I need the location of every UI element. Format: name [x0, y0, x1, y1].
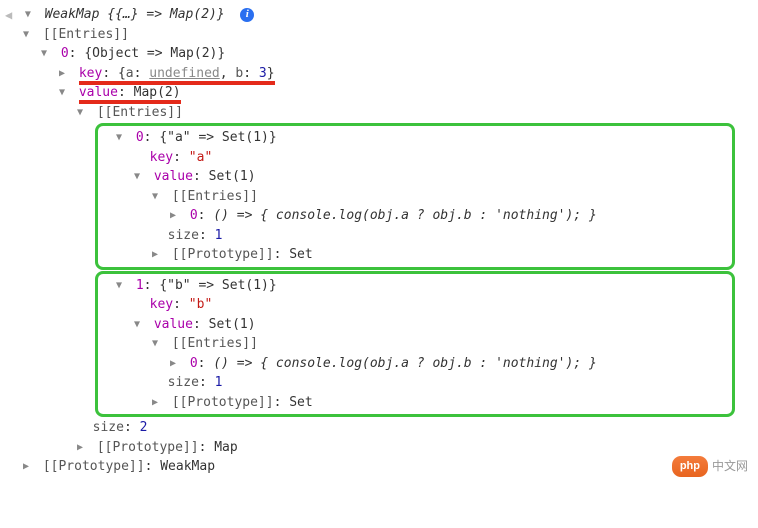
- expand-icon[interactable]: [77, 440, 89, 455]
- value-label: value: [154, 317, 193, 332]
- prop-a: a: [126, 66, 134, 81]
- index-label: 0: [190, 356, 198, 371]
- highlight-box-2: 1: {"b" => Set(1)} key: "b" value: Set(1…: [95, 271, 735, 418]
- size-val: 1: [215, 228, 223, 243]
- index-label: 1: [136, 278, 144, 293]
- proto-label: [[Prototype]]: [172, 247, 274, 262]
- entries-label: [[Entries]]: [172, 189, 258, 204]
- tree-row-root-proto[interactable]: [[Prototype]]: WeakMap: [5, 457, 753, 477]
- tree-row-value-a[interactable]: value: Set(1): [98, 167, 732, 187]
- proto-val: Map: [214, 440, 237, 455]
- key-label: key: [150, 150, 173, 165]
- expand-icon[interactable]: [77, 105, 89, 120]
- colon: :: [69, 46, 85, 61]
- tree-row-a-fn[interactable]: 0: () => { console.log(obj.a ? obj.b : '…: [98, 206, 732, 226]
- size-val: 1: [215, 375, 223, 390]
- tree-row-b-entries[interactable]: [[Entries]]: [98, 334, 732, 354]
- expand-icon[interactable]: [134, 317, 146, 332]
- value-preview: Set(1): [209, 169, 256, 184]
- key-val: "a": [189, 150, 212, 165]
- entry0-preview: {Object => Map(2)}: [84, 46, 225, 61]
- expand-icon[interactable]: [152, 189, 164, 204]
- entries-label: [[Entries]]: [97, 105, 183, 120]
- index-label: 0: [61, 46, 69, 61]
- watermark-text: 中文网: [712, 457, 748, 475]
- tree-row-b-size[interactable]: size: 1: [98, 373, 732, 393]
- proto-val: Set: [289, 247, 312, 262]
- expand-icon[interactable]: [59, 66, 71, 81]
- val-3: 3: [259, 66, 267, 81]
- watermark: php 中文网: [672, 456, 748, 477]
- tree-row-a-entries[interactable]: [[Entries]]: [98, 187, 732, 207]
- proto-label: [[Prototype]]: [97, 440, 199, 455]
- tree-row-key[interactable]: key: {a: undefined, b: 3}: [5, 64, 753, 84]
- fn-preview: () => { console.log(obj.a ? obj.b : 'not…: [213, 208, 597, 223]
- tree-row-entry-0[interactable]: 0: {Object => Map(2)}: [5, 44, 753, 64]
- expand-icon[interactable]: [170, 356, 182, 371]
- tree-row-root[interactable]: WeakMap {{…} => Map(2)} i: [5, 5, 753, 25]
- expand-icon[interactable]: [152, 247, 164, 262]
- proto-val: WeakMap: [160, 459, 215, 474]
- expand-icon[interactable]: [152, 395, 164, 410]
- tree-row-key-b[interactable]: key: "b": [98, 295, 732, 315]
- tree-row-outer-size[interactable]: size: 2: [5, 418, 753, 438]
- size-label: size: [168, 228, 199, 243]
- value-preview: Map(2): [134, 85, 181, 100]
- tree-row-nested-entries[interactable]: [[Entries]]: [5, 103, 753, 123]
- size-label: size: [168, 375, 199, 390]
- tree-row-entry-a[interactable]: 0: {"a" => Set(1)}: [98, 128, 732, 148]
- val-undefined: undefined: [149, 66, 219, 81]
- info-icon[interactable]: i: [240, 8, 254, 22]
- tree-row-a-proto[interactable]: [[Prototype]]: Set: [98, 245, 732, 265]
- tree-row-value-b[interactable]: value: Set(1): [98, 315, 732, 335]
- expand-icon[interactable]: [170, 208, 182, 223]
- key-label: key: [150, 297, 173, 312]
- size-label: size: [93, 420, 124, 435]
- highlight-box-1: 0: {"a" => Set(1)} key: "a" value: Set(1…: [95, 123, 735, 270]
- tree-row-value[interactable]: value: Map(2): [5, 83, 753, 103]
- tree-row-key-a[interactable]: key: "a": [98, 148, 732, 168]
- entries-label: [[Entries]]: [43, 27, 129, 42]
- expand-icon[interactable]: [152, 336, 164, 351]
- expand-icon[interactable]: [134, 169, 146, 184]
- size-val: 2: [140, 420, 148, 435]
- expand-icon[interactable]: [116, 278, 128, 293]
- expand-icon[interactable]: [116, 130, 128, 145]
- tree-row-b-proto[interactable]: [[Prototype]]: Set: [98, 393, 732, 413]
- expand-icon[interactable]: [41, 46, 53, 61]
- entries-label: [[Entries]]: [172, 336, 258, 351]
- value-label: value: [79, 85, 118, 100]
- tree-row-entries[interactable]: [[Entries]]: [5, 25, 753, 45]
- tree-row-a-size[interactable]: size: 1: [98, 226, 732, 246]
- key-label: key: [79, 66, 102, 81]
- key-val: "b": [189, 297, 212, 312]
- value-preview: Set(1): [209, 317, 256, 332]
- tree-row-entry-b[interactable]: 1: {"b" => Set(1)}: [98, 276, 732, 296]
- entry-header: {"a" => Set(1)}: [159, 130, 276, 145]
- proto-label: [[Prototype]]: [43, 459, 145, 474]
- expand-icon[interactable]: [23, 27, 35, 42]
- entry-header: {"b" => Set(1)}: [159, 278, 276, 293]
- expand-icon[interactable]: [25, 7, 37, 22]
- fn-preview: () => { console.log(obj.a ? obj.b : 'not…: [213, 356, 597, 371]
- nav-back-icon[interactable]: [5, 6, 17, 24]
- php-badge: php: [672, 456, 708, 477]
- proto-label: [[Prototype]]: [172, 395, 274, 410]
- expand-icon[interactable]: [23, 459, 35, 474]
- tree-row-b-fn[interactable]: 0: () => { console.log(obj.a ? obj.b : '…: [98, 354, 732, 374]
- tree-row-outer-proto[interactable]: [[Prototype]]: Map: [5, 438, 753, 458]
- expand-icon[interactable]: [59, 85, 71, 100]
- proto-val: Set: [289, 395, 312, 410]
- root-label: WeakMap {{…} => Map(2)}: [45, 7, 225, 22]
- index-label: 0: [136, 130, 144, 145]
- value-label: value: [154, 169, 193, 184]
- index-label: 0: [190, 208, 198, 223]
